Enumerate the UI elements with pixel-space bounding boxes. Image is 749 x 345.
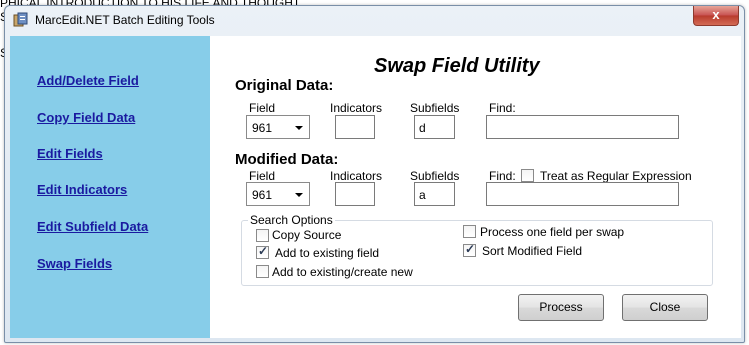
window-close-button[interactable]: x (693, 6, 739, 26)
one-field-per-swap-checkbox[interactable] (463, 225, 476, 238)
original-indicators-input[interactable] (335, 115, 375, 139)
copy-source-checkbox[interactable] (256, 229, 269, 242)
original-subfields-label: Subfields (410, 101, 460, 115)
original-indicators-label: Indicators (330, 101, 383, 115)
modified-find-label: Find: (489, 169, 516, 183)
check-icon: ✓ (258, 244, 269, 258)
sort-modified-checkbox[interactable]: ✓ (463, 242, 476, 257)
add-or-create-label: Add to existing/create new (272, 265, 413, 279)
modified-indicators-input[interactable] (335, 182, 375, 206)
add-to-existing-label: Add to existing field (275, 246, 380, 260)
batch-editing-window: MarcEdit.NET Batch Editing Tools x Add/D… (4, 5, 745, 343)
modified-field-label: Field (249, 169, 276, 183)
check-icon: ✓ (465, 242, 476, 256)
close-button[interactable]: Close (622, 294, 708, 321)
modified-data-heading: Modified Data: (235, 151, 339, 168)
sidebar: Add/Delete Field Copy Field Data Edit Fi… (10, 36, 210, 338)
original-data-heading: Original Data: (235, 77, 334, 94)
chevron-down-icon (295, 193, 303, 197)
original-find-label: Find: (489, 101, 516, 115)
regex-label: Treat as Regular Expression (540, 169, 692, 183)
modified-field-select[interactable]: 961 (246, 182, 310, 206)
modified-subfields-label: Subfields (410, 169, 460, 183)
app-icon (13, 12, 28, 27)
add-to-existing-checkbox[interactable]: ✓ (256, 244, 269, 259)
sidebar-item-edit-fields[interactable]: Edit Fields (37, 146, 103, 161)
process-button[interactable]: Process (518, 294, 604, 321)
search-options-legend: Search Options (248, 213, 335, 227)
original-find-input[interactable] (486, 115, 679, 139)
modified-indicators-label: Indicators (330, 169, 383, 183)
main-panel: Swap Field Utility Original Data: Field … (210, 36, 741, 338)
original-field-value: 961 (252, 121, 273, 135)
original-subfields-input[interactable]: d (414, 115, 455, 139)
sidebar-item-edit-subfield-data[interactable]: Edit Subfield Data (37, 219, 148, 234)
one-field-per-swap-label: Process one field per swap (480, 225, 625, 239)
sidebar-item-swap-fields[interactable]: Swap Fields (37, 256, 112, 271)
modified-find-input[interactable] (486, 182, 679, 206)
modified-field-value: 961 (252, 188, 273, 202)
page-title: Swap Field Utility (374, 55, 540, 77)
copy-source-label: Copy Source (272, 228, 342, 242)
modified-subfields-value: a (419, 188, 426, 202)
sidebar-item-copy-field-data[interactable]: Copy Field Data (37, 110, 135, 125)
close-icon: x (712, 7, 720, 22)
sidebar-item-edit-indicators[interactable]: Edit Indicators (37, 182, 127, 197)
window-title: MarcEdit.NET Batch Editing Tools (35, 13, 215, 27)
sidebar-item-add-delete-field[interactable]: Add/Delete Field (37, 73, 139, 88)
regex-checkbox[interactable] (521, 169, 534, 182)
original-field-label: Field (249, 101, 276, 115)
modified-subfields-input[interactable]: a (414, 182, 455, 206)
original-field-select[interactable]: 961 (246, 115, 310, 139)
original-subfields-value: d (419, 121, 426, 135)
title-bar[interactable]: MarcEdit.NET Batch Editing Tools x (5, 6, 744, 33)
add-or-create-checkbox[interactable] (256, 265, 269, 278)
chevron-down-icon (295, 126, 303, 130)
sort-modified-label: Sort Modified Field (482, 244, 583, 258)
